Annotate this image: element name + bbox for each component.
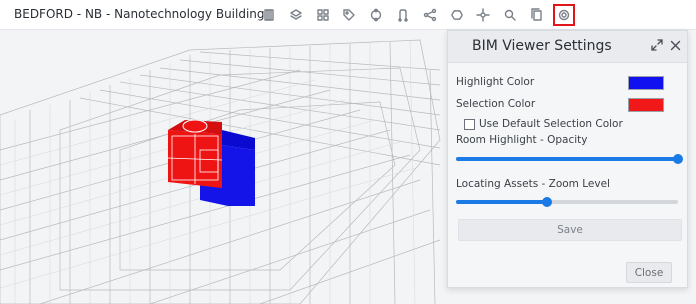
documents-icon[interactable] xyxy=(526,4,548,26)
navigate-icon[interactable] xyxy=(472,4,494,26)
zoom-level-handle[interactable] xyxy=(542,197,553,207)
selection-color-label: Selection Color xyxy=(456,98,536,110)
bim-viewer-settings-panel: BIM Viewer Settings Highlight Color Sele… xyxy=(447,30,688,288)
settings-title: BIM Viewer Settings xyxy=(472,38,612,54)
use-default-selection-row[interactable]: Use Default Selection Color xyxy=(464,118,623,130)
room-opacity-slider[interactable] xyxy=(456,154,683,164)
settings-header: BIM Viewer Settings xyxy=(448,31,687,63)
zoom-level-label: Locating Assets - Zoom Level xyxy=(456,178,610,190)
zoom-level-slider[interactable] xyxy=(456,197,678,207)
room-opacity-handle[interactable] xyxy=(673,154,683,164)
use-default-selection-checkbox[interactable] xyxy=(464,118,475,130)
settings-icon[interactable] xyxy=(552,4,575,26)
route-icon[interactable] xyxy=(392,4,414,26)
grid-icon[interactable] xyxy=(312,4,334,26)
save-button[interactable]: Save xyxy=(458,219,682,241)
room-opacity-fill xyxy=(456,157,678,161)
tag-icon[interactable] xyxy=(338,4,360,26)
highlight-color-label: Highlight Color xyxy=(456,76,535,88)
expand-icon[interactable] xyxy=(650,38,664,52)
assets-icon[interactable] xyxy=(446,4,468,26)
room-opacity-label: Room Highlight - Opacity xyxy=(456,134,588,146)
close-button[interactable]: Close xyxy=(626,262,672,283)
selected-asset xyxy=(167,119,223,188)
viewer-toolbar xyxy=(258,4,580,26)
search-icon[interactable] xyxy=(499,4,521,26)
model-browser-icon[interactable] xyxy=(258,4,280,26)
highlight-color-picker[interactable] xyxy=(628,76,664,90)
use-default-selection-label: Use Default Selection Color xyxy=(479,118,623,130)
app-header: BEDFORD - NB - Nanotechnology Building xyxy=(0,0,696,30)
selection-color-picker[interactable] xyxy=(628,98,664,112)
zoom-level-fill xyxy=(456,200,548,204)
sync-icon[interactable] xyxy=(365,4,387,26)
layers-icon[interactable] xyxy=(285,4,307,26)
close-icon[interactable] xyxy=(668,38,682,52)
building-title: BEDFORD - NB - Nanotechnology Building xyxy=(14,7,265,21)
share-icon[interactable] xyxy=(419,4,441,26)
